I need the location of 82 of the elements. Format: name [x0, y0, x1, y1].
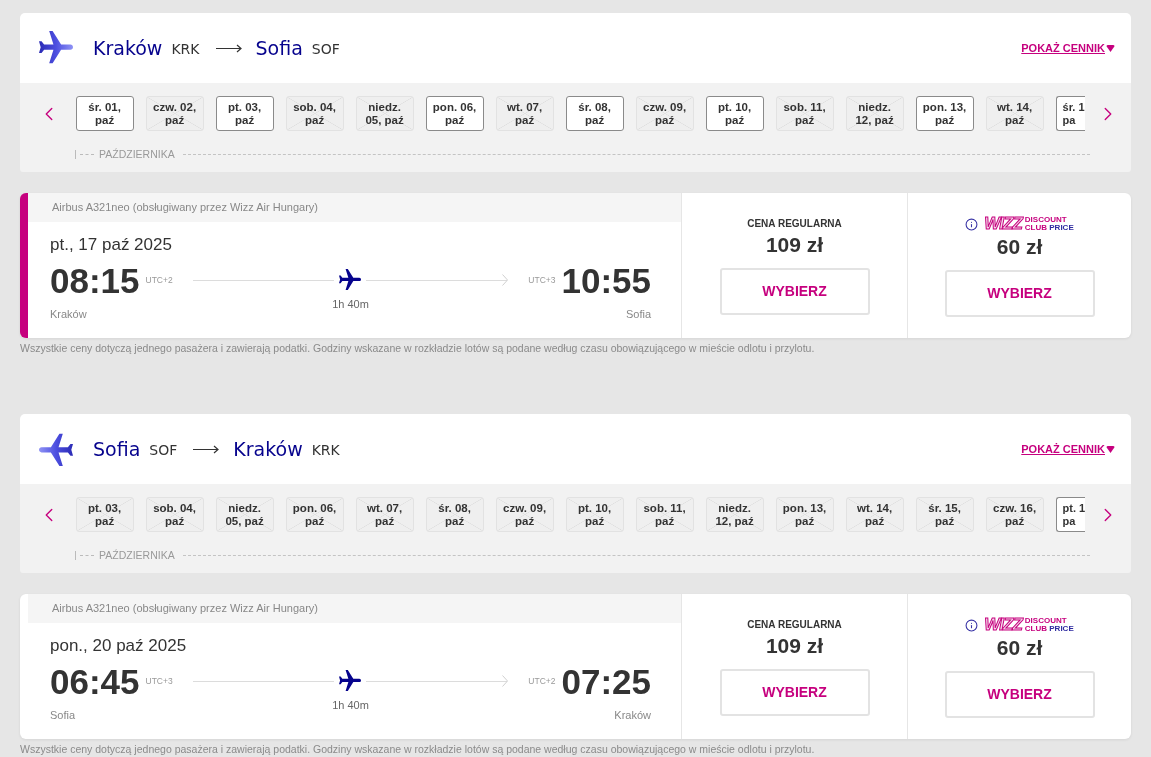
departure-time: 08:15 — [50, 263, 140, 298]
fare-price: 109 zł — [765, 232, 824, 258]
date-button[interactable]: pon. 06, paź — [285, 497, 344, 532]
caret-down-icon — [1106, 44, 1115, 52]
flight-date: pt., 17 paź 2025 — [50, 235, 173, 255]
airplane-icon — [339, 670, 361, 692]
destination-code: SOF — [311, 40, 340, 59]
arrival-timezone: UTC+2 — [528, 675, 556, 688]
price-list-link[interactable]: POKAŻ CENNIK — [1021, 39, 1115, 57]
arrival-time: 07:25 — [561, 664, 651, 699]
date-button[interactable]: śr. 08, paź — [425, 497, 484, 532]
airplane-icon — [39, 31, 73, 65]
select-button[interactable]: WYBIERZ — [719, 669, 870, 716]
month-label: PAŹDZIERNIKA — [99, 148, 175, 160]
date-button[interactable]: wt. 07, paź — [495, 96, 554, 131]
select-button[interactable]: WYBIERZ — [944, 270, 1095, 317]
date-button[interactable]: czw. 09, paź — [635, 96, 694, 131]
date-button[interactable]: sob. 11, paź — [775, 96, 834, 131]
aircraft-bar: Airbus A321neo (obsługiwany przez Wizz Air Hungary) — [28, 193, 681, 222]
origin-city: Kraków — [93, 35, 163, 61]
date-button[interactable]: śr. 01, paź — [75, 96, 134, 131]
date-button[interactable]: śr. 08, paź — [565, 96, 624, 131]
date-button[interactable]: pon. 13, paź — [915, 96, 974, 131]
date-button[interactable]: czw. 09, paź — [495, 497, 554, 532]
arrival-timezone: UTC+3 — [528, 274, 556, 287]
fare-price: 60 zł — [996, 635, 1043, 661]
info-icon[interactable] — [965, 618, 979, 632]
arrow-icon — [193, 444, 220, 454]
arrival-city: Sofia — [625, 308, 651, 321]
date-button[interactable]: niedz. 05, paź — [215, 497, 274, 532]
date-button[interactable]: wt. 14, paź — [985, 96, 1044, 131]
fare-label: CENA REGULARNA — [747, 218, 842, 230]
departure-timezone: UTC+3 — [145, 675, 173, 688]
arrow-icon — [215, 43, 242, 53]
price-list-link[interactable]: POKAŻ CENNIK — [1021, 440, 1115, 458]
date-button[interactable]: śr. 1 pa — [1055, 96, 1086, 131]
aircraft-bar: Airbus A321neo (obsługiwany przez Wizz Air Hungary) — [28, 594, 681, 623]
date-button[interactable]: wt. 14, paź — [845, 497, 904, 532]
arrowhead-icon — [502, 675, 509, 687]
origin-code: SOF — [149, 441, 178, 460]
destination-city: Kraków — [233, 436, 303, 462]
airplane-icon — [339, 269, 361, 291]
flight-duration: 1h 40m — [332, 698, 369, 713]
date-button[interactable]: niedz. 05, paź — [355, 96, 414, 131]
date-button[interactable]: czw. 02, paź — [145, 96, 204, 131]
arrival-city: Kraków — [614, 709, 651, 722]
info-icon[interactable] — [965, 217, 979, 231]
date-button[interactable]: sob. 11, paź — [635, 497, 694, 532]
date-button[interactable]: sob. 04, paź — [285, 96, 344, 131]
departure-city: Sofia — [50, 709, 76, 722]
date-button[interactable]: pt. 10, paź — [705, 96, 764, 131]
arrowhead-icon — [502, 274, 509, 286]
select-button[interactable]: WYBIERZ — [944, 671, 1095, 718]
select-button[interactable]: WYBIERZ — [719, 268, 870, 315]
flight-date: pon., 20 paź 2025 — [50, 636, 188, 656]
date-button[interactable]: niedz. 12, paź — [705, 497, 764, 532]
date-button[interactable]: pt. 10, paź — [565, 497, 624, 532]
departure-timezone: UTC+2 — [145, 274, 173, 287]
date-button[interactable]: niedz. 12, paź — [845, 96, 904, 131]
date-button[interactable]: pt. 03, paź — [215, 96, 274, 131]
origin-code: KRK — [171, 40, 200, 59]
fare-price: 60 zł — [996, 234, 1043, 260]
destination-code: KRK — [311, 441, 340, 460]
date-button[interactable]: czw. 16, paź — [985, 497, 1044, 532]
date-button[interactable]: pon. 13, paź — [775, 497, 834, 532]
date-button[interactable]: pon. 06, paź — [425, 96, 484, 131]
departure-city: Kraków — [50, 308, 87, 321]
arrival-time: 10:55 — [561, 263, 651, 298]
origin-city: Sofia — [93, 436, 141, 462]
caret-down-icon — [1106, 445, 1115, 453]
fare-label: CENA REGULARNA — [747, 619, 842, 631]
departure-time: 06:45 — [50, 664, 140, 699]
flight-duration: 1h 40m — [332, 297, 369, 312]
date-button[interactable]: śr. 15, paź — [915, 497, 974, 532]
date-button[interactable]: sob. 04, paź — [145, 497, 204, 532]
airplane-icon — [39, 432, 73, 466]
date-button[interactable]: pt. 03, paź — [75, 497, 134, 532]
date-button[interactable]: pt. 1 pa — [1055, 497, 1086, 532]
destination-city: Sofia — [255, 35, 303, 61]
month-label: PAŹDZIERNIKA — [99, 549, 175, 561]
date-button[interactable]: wt. 07, paź — [355, 497, 414, 532]
fare-price: 109 zł — [765, 633, 824, 659]
